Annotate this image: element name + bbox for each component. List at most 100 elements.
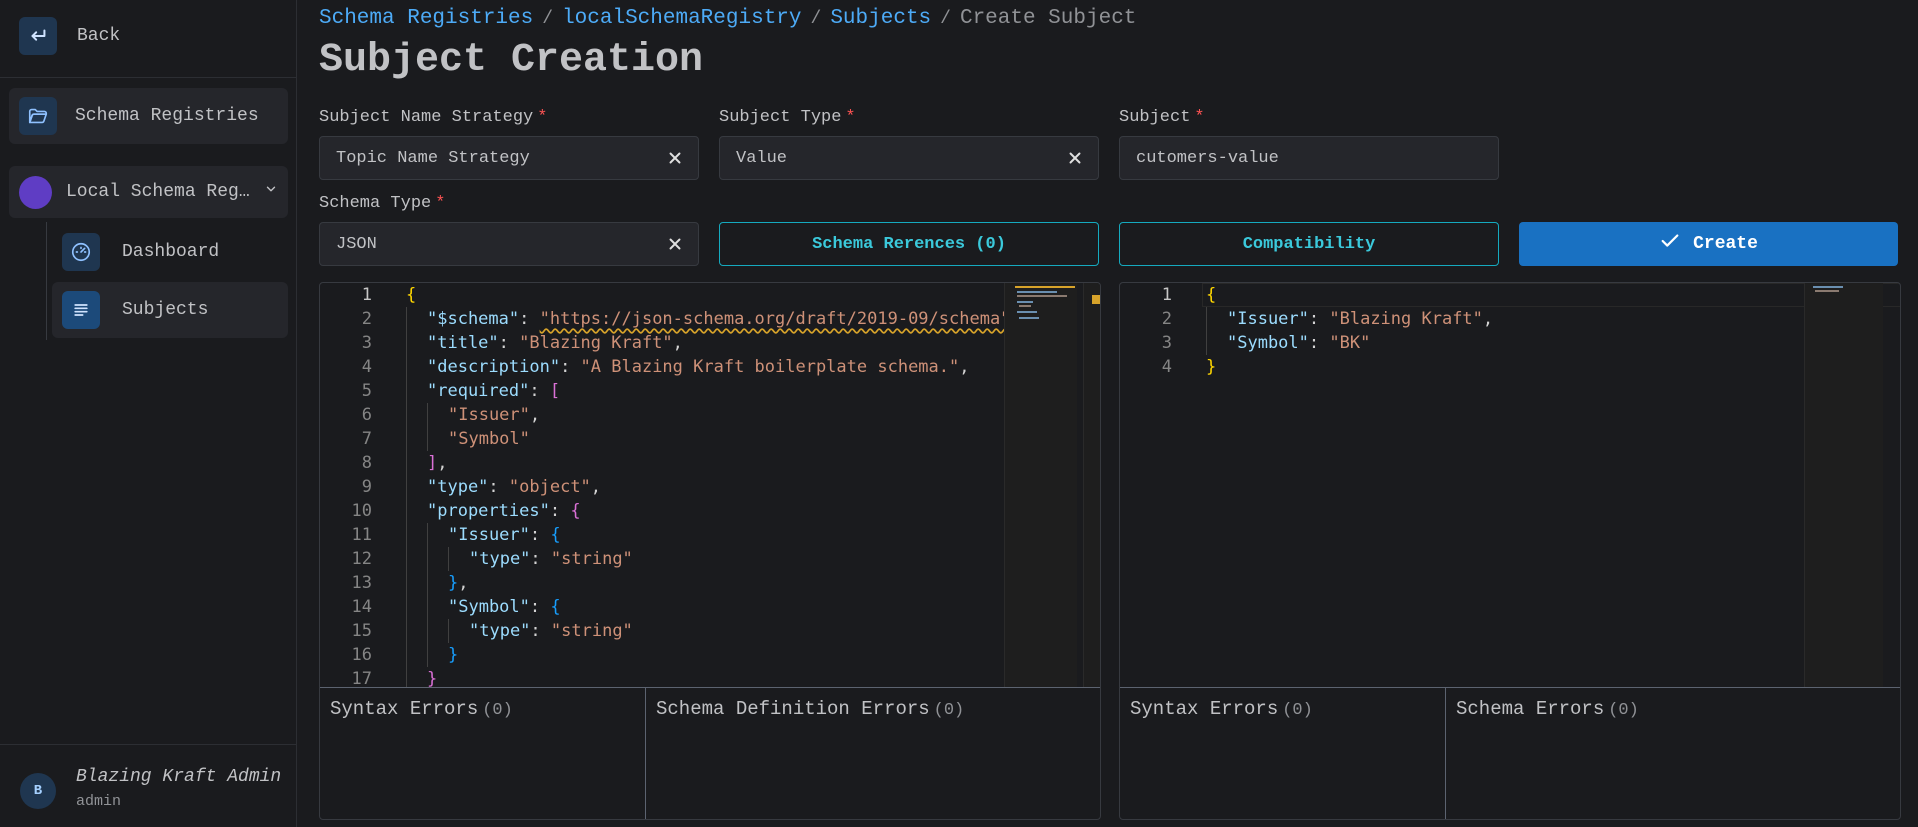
sidebar-divider	[0, 77, 297, 78]
close-icon[interactable]	[666, 235, 684, 259]
line-number: 1	[1161, 285, 1172, 305]
select-value: JSON	[336, 234, 377, 254]
required-marker: *	[845, 108, 856, 127]
back-button[interactable]: Back	[10, 14, 288, 58]
compatibility-button[interactable]: Compatibility	[1119, 222, 1499, 266]
minimap[interactable]	[1004, 283, 1077, 687]
create-button-label: Create	[1693, 234, 1758, 254]
code-line: }	[1206, 357, 1217, 377]
subject-name-strategy-select[interactable]: Topic Name Strategy	[319, 136, 699, 180]
schema-type-select[interactable]: JSON	[319, 222, 699, 266]
user-role: admin	[76, 793, 122, 810]
subject-name-strategy-label: Subject Name Strategy *	[319, 108, 547, 127]
indent-guide	[427, 523, 428, 667]
indent-guide	[448, 619, 449, 643]
back-arrow-icon	[19, 17, 57, 55]
indent-guide	[448, 547, 449, 571]
example-code-editor[interactable]: 1 2 3 4 { "Issuer": "Blazing Kraft", "Symbo…	[1120, 283, 1900, 687]
schema-errors-box: Schema Errors (0)	[1446, 688, 1900, 819]
required-marker: *	[537, 108, 548, 127]
code-line: "type": "object",	[427, 477, 602, 497]
line-number: 15	[351, 621, 372, 641]
schema-type-label: Schema Type *	[319, 194, 445, 213]
line-number: 4	[361, 357, 372, 377]
sidebar-item-local-schema-registry[interactable]: Local Schema Registry	[9, 166, 288, 218]
user-profile[interactable]: B Blazing Kraft Admin admin	[0, 744, 297, 827]
subject-type-label: Subject Type *	[719, 108, 856, 127]
label-text: Subject	[1119, 108, 1191, 127]
error-count: (0)	[1608, 701, 1639, 720]
error-label: Syntax Errors	[330, 698, 479, 720]
line-number: 1	[361, 285, 372, 305]
schema-errors-section: Syntax Errors (0) Schema Definition Error…	[320, 687, 1100, 819]
sidebar-item-label: Schema Registries	[75, 106, 259, 126]
required-marker: *	[435, 194, 446, 213]
sidebar-item-label: Local Schema Registry	[66, 182, 256, 202]
current-line-highlight	[1202, 283, 1900, 307]
code-line: "Issuer",	[448, 405, 541, 425]
code-line: "Issuer": {	[448, 525, 561, 545]
example-errors-section: Syntax Errors (0) Schema Errors (0)	[1120, 687, 1900, 819]
code-line: "required": [	[427, 381, 561, 401]
schema-definition-errors-box: Schema Definition Errors (0)	[646, 688, 1100, 819]
line-number: 6	[361, 405, 372, 425]
code-line: "type": "string"	[469, 621, 633, 641]
subject-label: Subject *	[1119, 108, 1205, 127]
breadcrumb-subjects[interactable]: Subjects	[830, 7, 931, 30]
code-line: "Issuer": "Blazing Kraft",	[1227, 309, 1494, 329]
syntax-errors-box: Syntax Errors (0)	[320, 688, 646, 819]
indent-guide	[427, 403, 428, 451]
code-line: {	[1206, 285, 1217, 305]
scrollbar[interactable]	[1083, 283, 1100, 687]
indent-guide	[406, 307, 407, 687]
back-label: Back	[77, 26, 121, 46]
line-number: 14	[351, 597, 372, 617]
code-line: ],	[427, 453, 448, 473]
input-value: cutomers-value	[1136, 148, 1279, 168]
user-name: Blazing Kraft Admin	[76, 767, 282, 787]
error-count: (0)	[1282, 701, 1313, 720]
error-label: Schema Definition Errors	[656, 698, 930, 720]
list-icon	[62, 291, 100, 329]
example-editor-panel: 1 2 3 4 { "Issuer": "Blazing Kraft", "Symbo…	[1119, 282, 1901, 820]
avatar: B	[20, 773, 56, 809]
sidebar-item-label: Subjects	[122, 300, 209, 320]
sidebar-item-subjects[interactable]: Subjects	[52, 282, 288, 338]
line-number: 3	[361, 333, 372, 353]
line-number: 4	[1161, 357, 1172, 377]
sidebar-item-dashboard[interactable]: Dashboard	[52, 230, 288, 274]
required-marker: *	[1194, 108, 1205, 127]
line-number: 16	[351, 645, 372, 665]
code-line: }	[427, 669, 438, 687]
error-label: Syntax Errors	[1130, 698, 1279, 720]
code-line: {	[406, 285, 417, 305]
error-label: Schema Errors	[1456, 698, 1605, 720]
minimap[interactable]	[1804, 283, 1883, 687]
line-number: 12	[351, 549, 372, 569]
breadcrumb-local-schema-registry[interactable]: localSchemaRegistry	[562, 7, 801, 30]
line-number: 7	[361, 429, 372, 449]
label-text: Subject Name Strategy	[319, 108, 534, 127]
breadcrumb-current: Create Subject	[959, 7, 1137, 30]
subject-input[interactable]: cutomers-value	[1119, 136, 1499, 180]
create-button[interactable]: Create	[1519, 222, 1898, 266]
chevron-down-icon	[264, 182, 278, 202]
subject-type-select[interactable]: Value	[719, 136, 1099, 180]
syntax-errors-title: Syntax Errors (0)	[330, 698, 513, 720]
close-icon[interactable]	[666, 149, 684, 173]
schema-errors-title: Schema Errors (0)	[1456, 698, 1639, 720]
line-number: 10	[351, 501, 372, 521]
close-icon[interactable]	[1066, 149, 1084, 173]
schema-code-editor[interactable]: 1 2 3 4 5 6 7 8 9 10 11 12 13 14 15 16 17 { "$schema": "…	[320, 283, 1100, 687]
indent-guide	[1206, 307, 1207, 355]
select-value: Value	[736, 148, 788, 168]
sidebar: Back Schema Registries Local Schema Regi…	[0, 0, 297, 827]
line-number: 13	[351, 573, 372, 593]
breadcrumb-schema-registries[interactable]: Schema Registries	[319, 7, 533, 30]
schema-references-button[interactable]: Schema Rerences (0)	[719, 222, 1099, 266]
sidebar-item-schema-registries[interactable]: Schema Registries	[9, 88, 288, 144]
code-line: "properties": {	[427, 501, 581, 521]
code-line: "Symbol": "BK"	[1227, 333, 1371, 353]
code-line: "Symbol"	[448, 429, 530, 449]
line-number: 11	[351, 525, 372, 545]
